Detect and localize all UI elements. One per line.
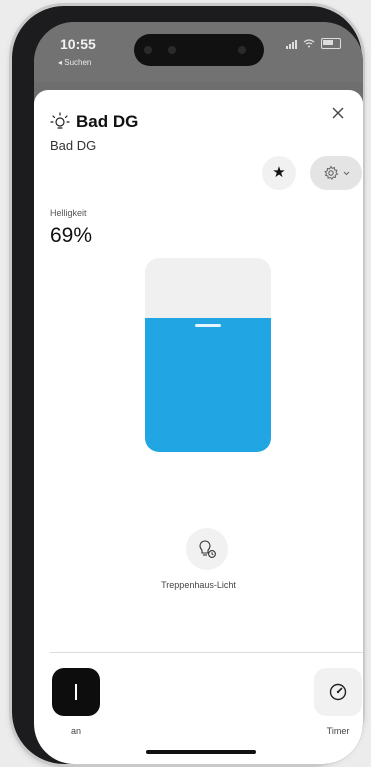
- settings-button[interactable]: [310, 156, 362, 190]
- island-dot: [238, 46, 246, 54]
- back-link[interactable]: ◂ Suchen: [58, 58, 91, 67]
- brightness-slider[interactable]: [145, 258, 271, 452]
- phone-frame: 10:55 ◂ Suchen Bad DG Bad DG ★ Helligkei…: [12, 6, 363, 764]
- signal-icon: [286, 39, 297, 49]
- wifi-icon: [303, 39, 315, 48]
- island-dot: [144, 46, 152, 54]
- power-indicator: [75, 684, 77, 700]
- close-button[interactable]: [329, 106, 347, 124]
- power-label: an: [70, 726, 81, 736]
- battery-icon: [321, 38, 341, 49]
- timer-label: Timer: [326, 726, 350, 736]
- home-indicator: [146, 750, 256, 754]
- page-title: Bad DG: [76, 112, 139, 131]
- brightness-slider-handle[interactable]: [195, 324, 221, 328]
- device-sheet: Bad DG Bad DG ★ Helligkeit 69% Treppenha…: [34, 90, 363, 764]
- power-toggle-button[interactable]: [52, 668, 100, 716]
- close-icon: [332, 107, 344, 119]
- scene-label: Treppenhaus-Licht: [161, 580, 236, 590]
- title-row: Bad DG: [50, 112, 138, 132]
- chevron-down-icon: [343, 171, 349, 175]
- favorite-button[interactable]: ★: [262, 156, 296, 190]
- status-bar: 10:55 ◂ Suchen: [34, 22, 363, 82]
- star-icon: ★: [272, 164, 286, 181]
- screen: 10:55 ◂ Suchen Bad DG Bad DG ★ Helligkei…: [34, 22, 363, 764]
- status-time: 10:55: [60, 36, 96, 52]
- timer-button[interactable]: [314, 668, 362, 716]
- room-subtitle: Bad DG: [50, 138, 97, 153]
- brightness-label: Helligkeit: [50, 208, 87, 218]
- dynamic-island: [134, 34, 264, 66]
- divider: [50, 652, 363, 653]
- scene-button[interactable]: [186, 528, 228, 570]
- status-icons: [286, 38, 341, 49]
- brightness-value: 69%: [50, 224, 93, 247]
- brightness-slider-fill: [145, 318, 271, 452]
- light-bulb-icon: [50, 112, 70, 129]
- island-dot: [168, 46, 176, 54]
- gear-icon: [323, 165, 338, 180]
- bulb-timer-icon: [199, 540, 216, 558]
- gauge-icon: [329, 683, 347, 701]
